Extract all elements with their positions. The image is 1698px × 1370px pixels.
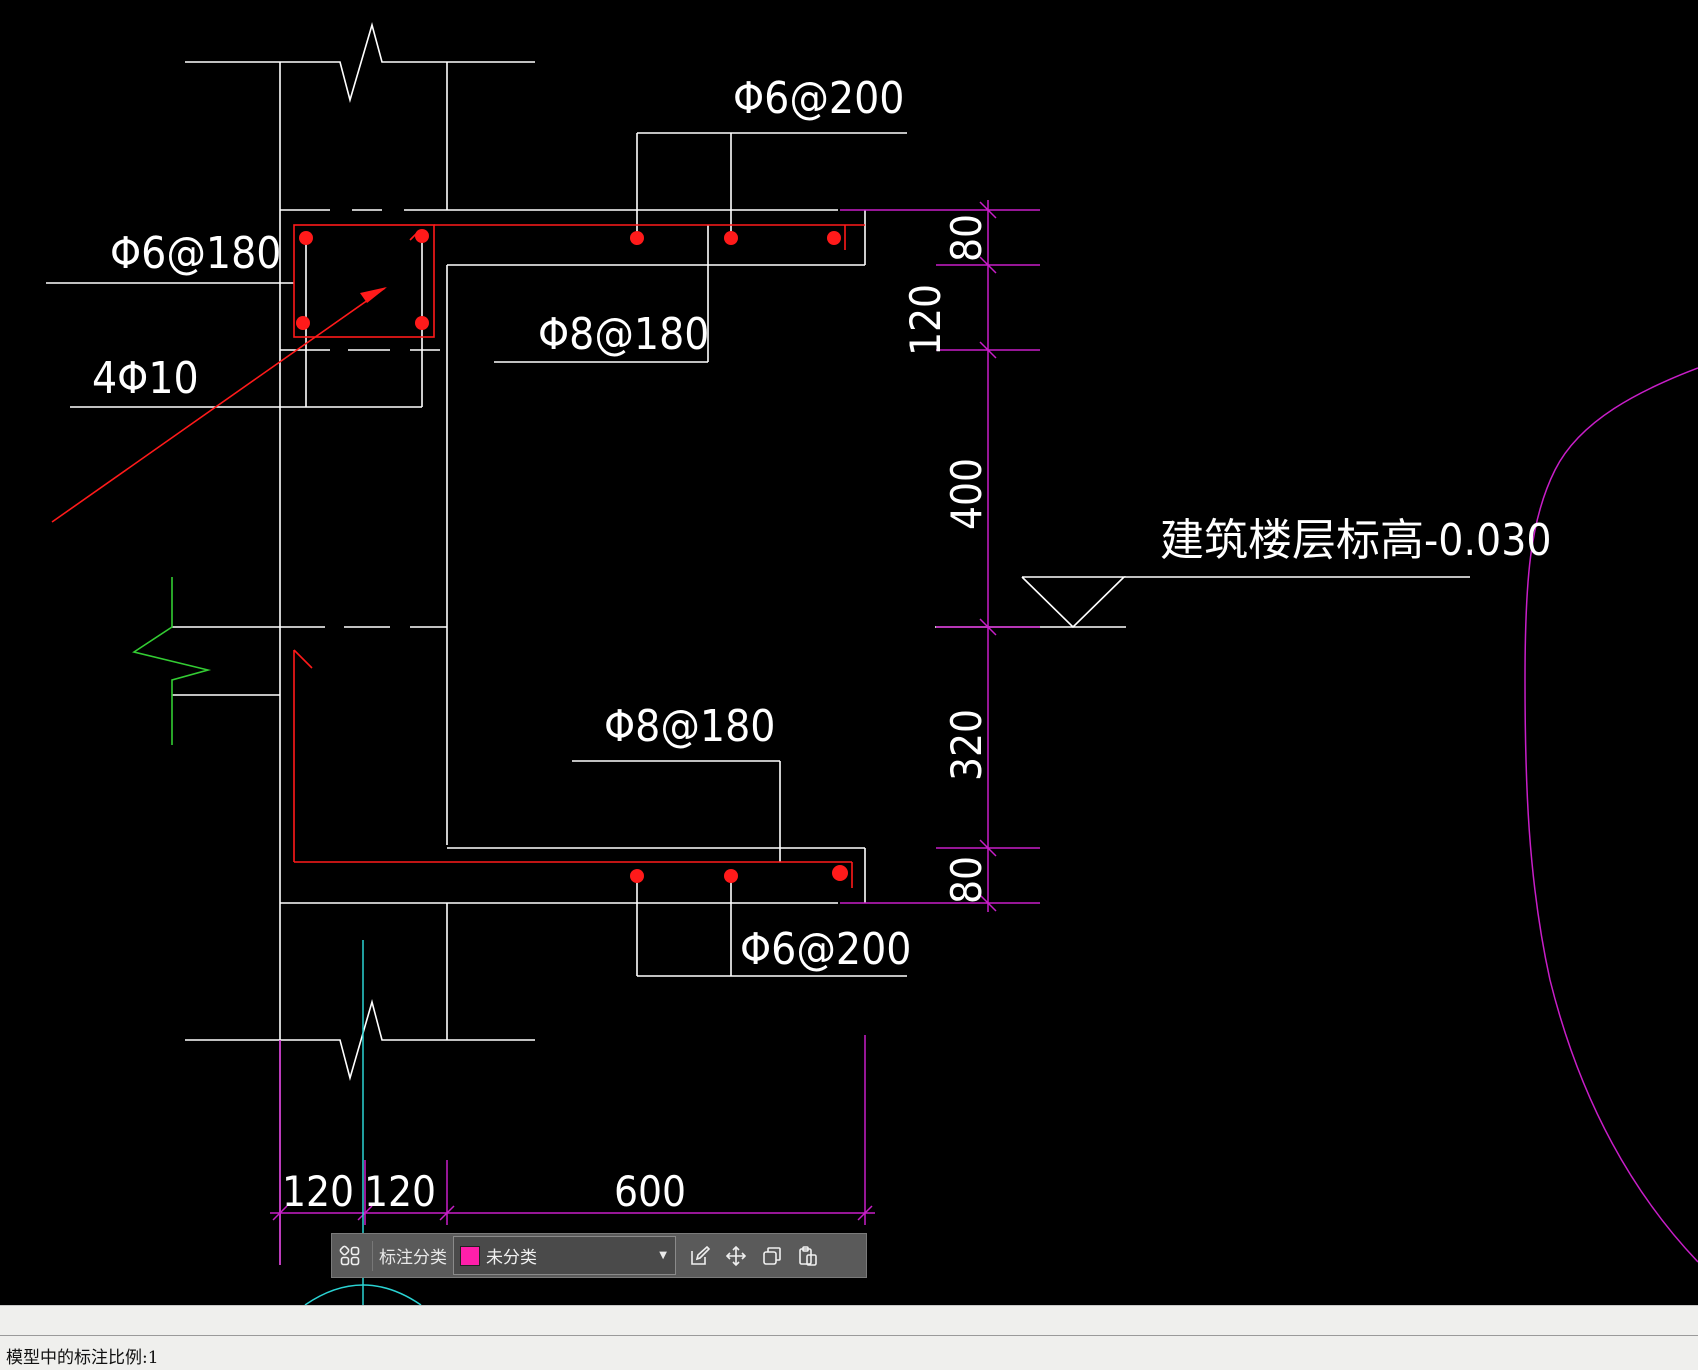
rebar-dot <box>630 231 644 245</box>
rebar-dot <box>296 316 310 330</box>
dim-horizontal-600[interactable]: 600 <box>614 1167 686 1216</box>
rebar-dot <box>299 231 313 245</box>
paste-icon[interactable] <box>790 1234 826 1277</box>
arrow-head <box>360 287 387 303</box>
rebar-dot <box>415 229 429 243</box>
dim-vertical-320[interactable]: 320 <box>942 709 991 781</box>
label-rebar-upper-mid[interactable]: Φ8@180 <box>538 309 709 360</box>
rebar-lines <box>51 224 865 888</box>
label-rebar-bottom-right[interactable]: Φ6@200 <box>740 924 911 975</box>
rebar-dot <box>832 865 848 881</box>
rebar-dot <box>724 869 738 883</box>
toolbar-separator <box>372 1240 373 1271</box>
copy-icon[interactable] <box>754 1234 790 1277</box>
status-bar: 模型中的标注比例:1 <box>0 1305 1698 1370</box>
category-grid-icon[interactable] <box>332 1234 368 1277</box>
label-rebar-top-right[interactable]: Φ6@200 <box>733 73 904 124</box>
status-divider <box>0 1335 1698 1336</box>
chevron-down-icon: ▼ <box>659 1250 667 1261</box>
annotation-category-toolbar: 标注分类 未分类 ▼ <box>331 1233 867 1278</box>
category-select-value: 未分类 <box>486 1248 537 1268</box>
dim-horizontal-120-left[interactable]: 120 <box>282 1167 354 1216</box>
dim-vertical-400[interactable]: 400 <box>942 458 991 530</box>
category-color-swatch <box>460 1245 480 1266</box>
dim-horizontal-120-right[interactable]: 120 <box>364 1167 436 1216</box>
dim-vertical-80-bottom[interactable]: 80 <box>942 856 991 904</box>
rebar-dot <box>724 231 738 245</box>
rebar-dot <box>415 316 429 330</box>
rebar-dot <box>630 869 644 883</box>
label-floor-elevation[interactable]: 建筑楼层标高-0.030 <box>1160 515 1552 566</box>
label-rebar-corner[interactable]: 4Φ10 <box>92 353 199 404</box>
label-rebar-top-left[interactable]: Φ6@180 <box>110 228 281 279</box>
move-icon[interactable] <box>718 1234 754 1277</box>
edit-icon[interactable] <box>682 1234 718 1277</box>
label-rebar-lower-mid[interactable]: Φ8@180 <box>604 701 775 752</box>
category-select[interactable]: 未分类 ▼ <box>453 1236 676 1275</box>
status-scale-text: 模型中的标注比例:1 <box>6 1348 159 1368</box>
dim-vertical-80-top[interactable]: 80 <box>942 214 991 262</box>
cad-drawing-canvas[interactable]: Φ6@200 Φ6@180 Φ8@180 4Φ10 Φ8@180 Φ6@200 … <box>0 0 1698 1305</box>
rebar-dot <box>827 231 841 245</box>
category-label: 标注分类 <box>379 1248 447 1268</box>
structure-lines <box>46 22 1470 1265</box>
green-break-marker <box>132 577 212 745</box>
dim-vertical-120[interactable]: 120 <box>901 284 950 356</box>
